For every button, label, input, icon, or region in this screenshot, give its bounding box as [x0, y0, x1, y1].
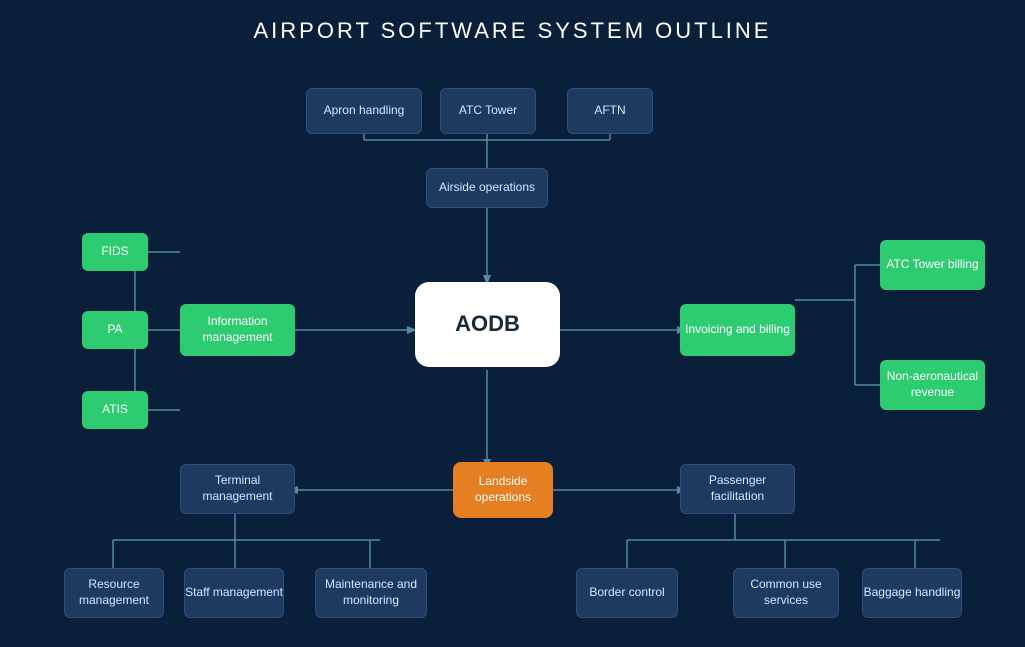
passenger-facilitation-node: Passenger facilitation	[680, 464, 795, 514]
border-control-node: Border control	[576, 568, 678, 618]
information-management-node: Information management	[180, 304, 295, 356]
terminal-management-node: Terminal management	[180, 464, 295, 514]
invoicing-billing-node: Invoicing and billing	[680, 304, 795, 356]
page-title: AIRPORT SOFTWARE SYSTEM OUTLINE	[0, 0, 1025, 44]
atc-tower-node: ATC Tower	[440, 88, 536, 134]
maintenance-monitoring-node: Maintenance and monitoring	[315, 568, 427, 618]
non-aero-revenue-node: Non-aeronautical revenue	[880, 360, 985, 410]
pa-node: PA	[82, 311, 148, 349]
landside-operations-node: Landside operations	[453, 462, 553, 518]
staff-management-node: Staff management	[184, 568, 284, 618]
fids-node: FIDS	[82, 233, 148, 271]
resource-management-node: Resource management	[64, 568, 164, 618]
common-use-services-node: Common use services	[733, 568, 839, 618]
aodb-node: AODB	[415, 282, 560, 367]
atis-node: ATIS	[82, 391, 148, 429]
airside-operations-node: Airside operations	[426, 168, 548, 208]
atc-tower-billing-node: ATC Tower billing	[880, 240, 985, 290]
baggage-handling-node: Baggage handling	[862, 568, 962, 618]
apron-handling-node: Apron handling	[306, 88, 422, 134]
aftn-node: AFTN	[567, 88, 653, 134]
